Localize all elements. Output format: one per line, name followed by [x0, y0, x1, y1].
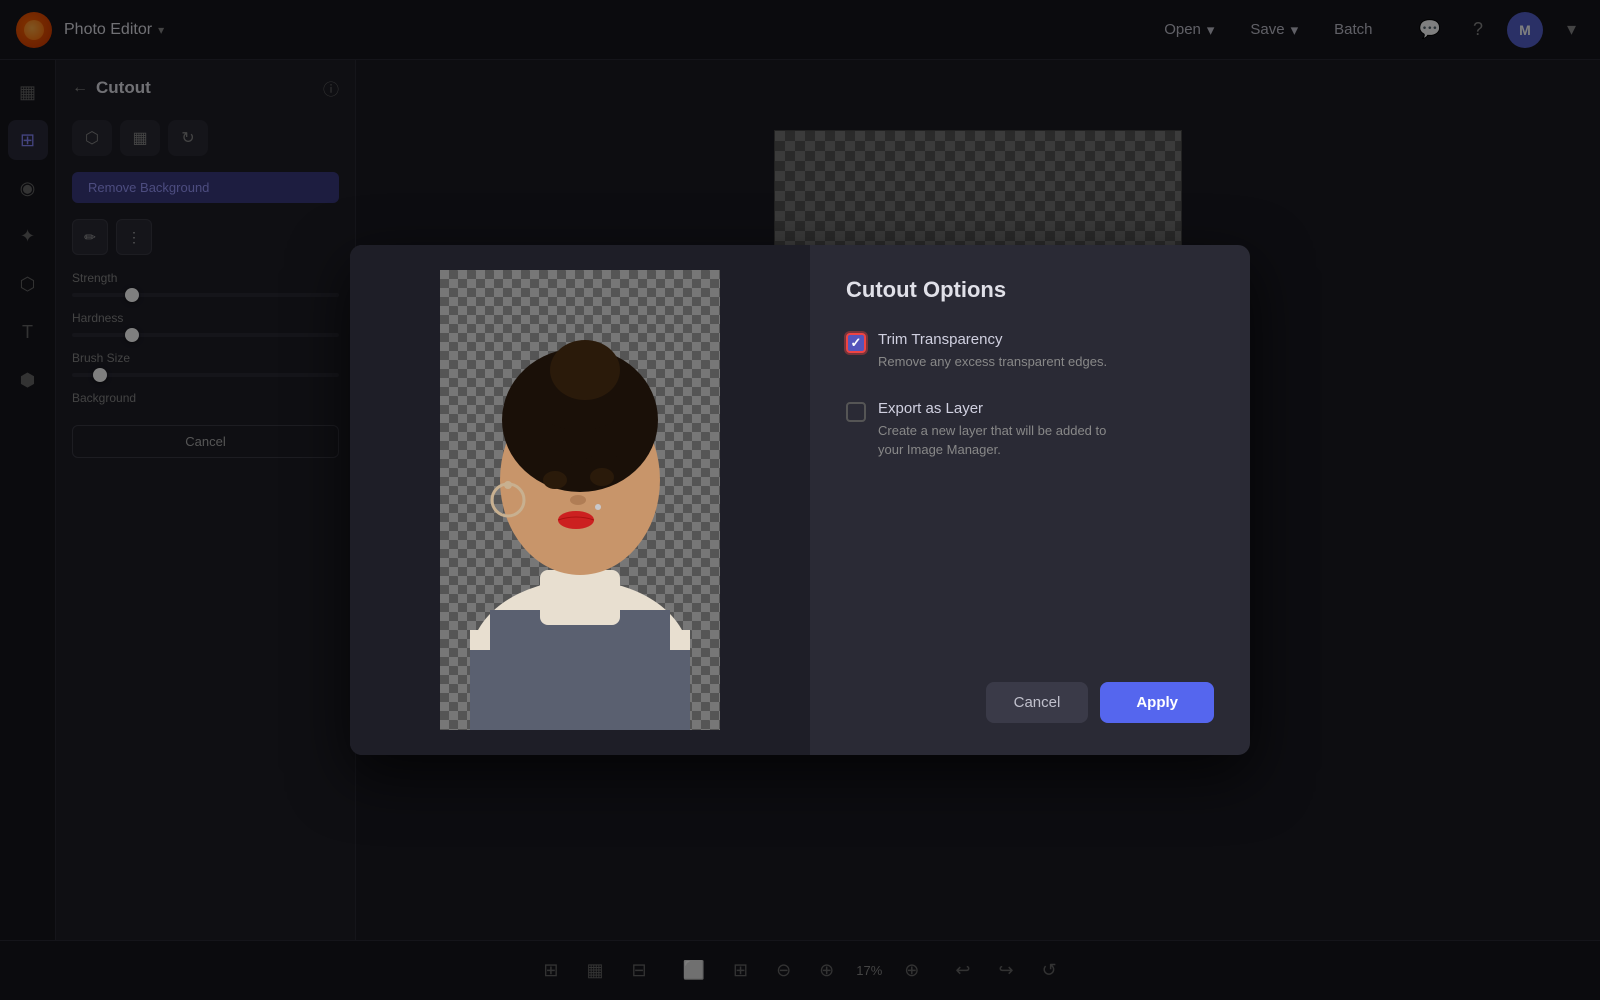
modal-image-frame: [440, 270, 720, 730]
cutout-options-modal: Cutout Options ✓ Trim Transparency Remov…: [350, 245, 1250, 755]
export-layer-checkbox[interactable]: [846, 402, 866, 422]
export-layer-text: Export as Layer Create a new layer that …: [878, 400, 1214, 460]
checkbox-check-icon: ✓: [851, 335, 862, 351]
trim-transparency-option: ✓ Trim Transparency Remove any excess tr…: [846, 331, 1214, 372]
modal-image-section: [350, 245, 810, 755]
export-layer-label: Export as Layer: [878, 400, 1214, 417]
trim-transparency-text: Trim Transparency Remove any excess tran…: [878, 331, 1214, 372]
trim-transparency-label: Trim Transparency: [878, 331, 1214, 348]
export-layer-desc: Create a new layer that will be added to…: [878, 421, 1214, 460]
modal-spacer: [846, 472, 1214, 683]
modal-options-section: Cutout Options ✓ Trim Transparency Remov…: [810, 245, 1250, 755]
trim-transparency-checkbox[interactable]: ✓: [846, 333, 866, 353]
trim-transparency-desc: Remove any excess transparent edges.: [878, 352, 1214, 372]
modal-apply-button[interactable]: Apply: [1100, 682, 1214, 723]
modal-overlay: Cutout Options ✓ Trim Transparency Remov…: [0, 0, 1600, 1000]
export-as-layer-option: Export as Layer Create a new layer that …: [846, 400, 1214, 460]
person-image: [440, 270, 720, 730]
modal-cancel-button[interactable]: Cancel: [986, 682, 1089, 723]
modal-title: Cutout Options: [846, 277, 1214, 303]
modal-footer: Cancel Apply: [846, 682, 1214, 723]
